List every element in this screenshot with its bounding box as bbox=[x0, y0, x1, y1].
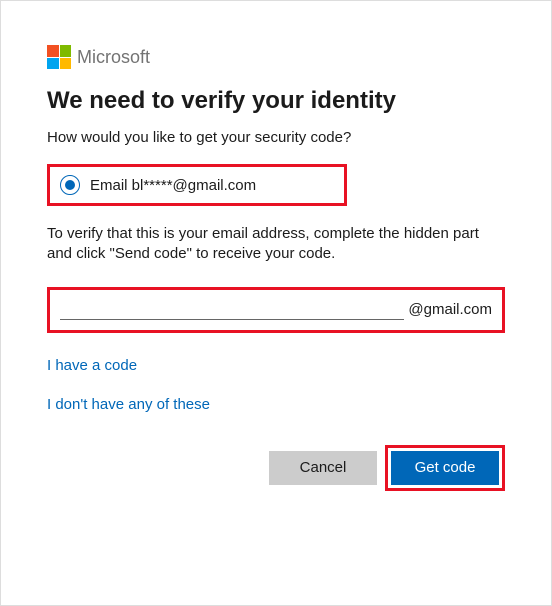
email-input-container: @gmail.com bbox=[47, 287, 505, 333]
radio-icon bbox=[60, 175, 80, 195]
verification-option-label: Email bl*****@gmail.com bbox=[90, 177, 256, 194]
get-code-highlight: Get code bbox=[385, 445, 505, 491]
verification-option-email[interactable]: Email bl*****@gmail.com bbox=[47, 164, 347, 206]
dont-have-link[interactable]: I don't have any of these bbox=[47, 396, 210, 413]
have-code-link[interactable]: I have a code bbox=[47, 357, 137, 374]
brand-name: Microsoft bbox=[77, 47, 150, 68]
get-code-button[interactable]: Get code bbox=[391, 451, 499, 485]
page-title: We need to verify your identity bbox=[47, 87, 505, 115]
button-row: Cancel Get code bbox=[47, 445, 505, 491]
email-suffix: @gmail.com bbox=[408, 301, 492, 320]
instruction-text: To verify that this is your email addres… bbox=[47, 224, 505, 265]
brand-header: Microsoft bbox=[47, 45, 505, 69]
microsoft-logo-icon bbox=[47, 45, 71, 69]
cancel-button[interactable]: Cancel bbox=[269, 451, 377, 485]
page-subtitle: How would you like to get your security … bbox=[47, 129, 505, 146]
email-field[interactable] bbox=[60, 298, 404, 320]
